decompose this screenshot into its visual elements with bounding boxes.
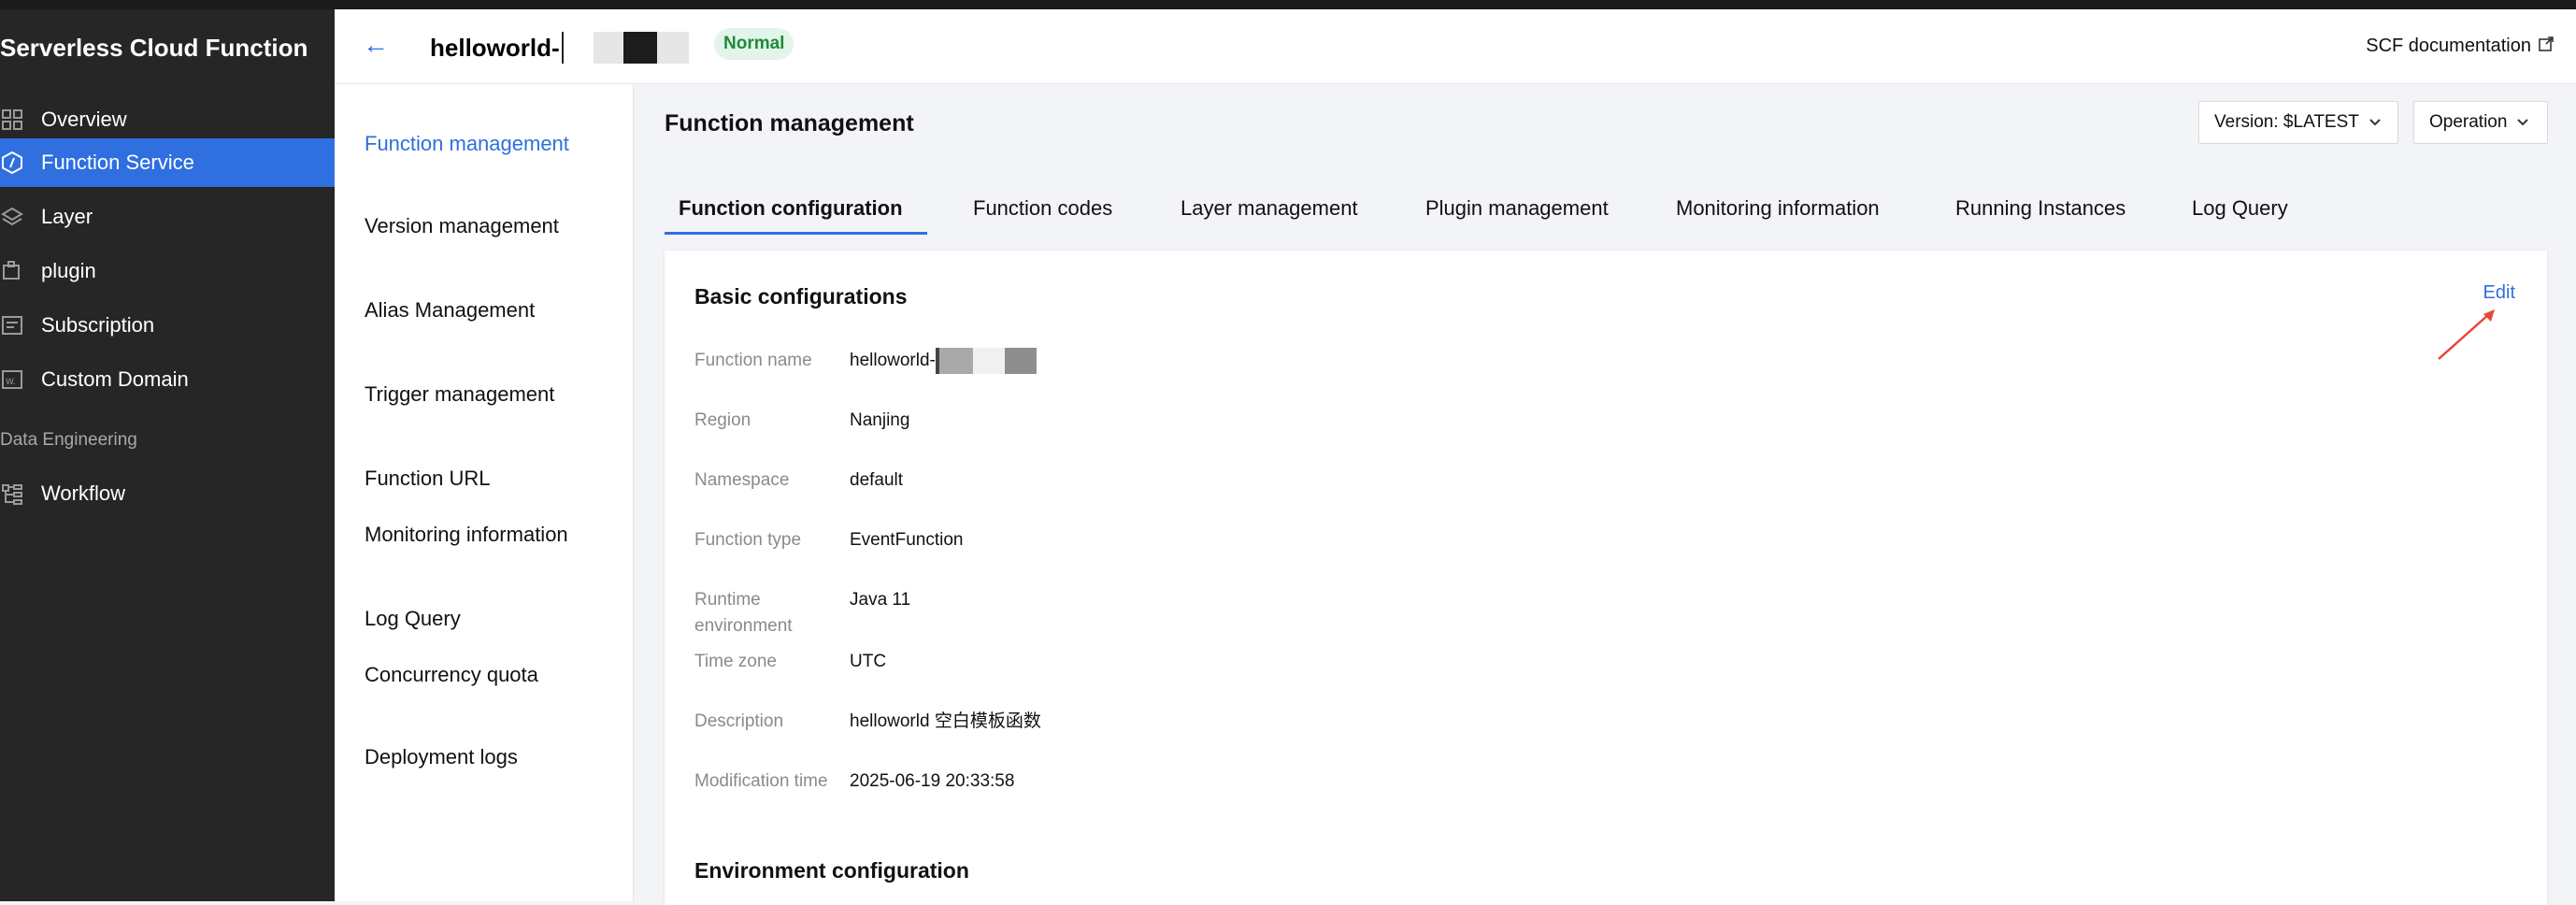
subnav-trigger-management[interactable]: Trigger management — [365, 381, 617, 408]
annotation-arrow-icon — [2438, 309, 2495, 360]
function-name-text: helloworld- — [430, 33, 560, 62]
tab-plugin-management[interactable]: Plugin management — [1425, 196, 1609, 236]
version-dropdown-label: Version: $LATEST — [2214, 112, 2359, 132]
doc-link-label: SCF documentation — [2366, 36, 2531, 56]
subscription-icon — [0, 313, 24, 338]
field-label: Modification time — [694, 771, 828, 791]
sidebar-item-label: Function Service — [41, 151, 194, 174]
modification-time-value: 2025-06-19 20:33:58 — [850, 771, 1015, 791]
redaction-block — [938, 348, 973, 374]
redaction-block — [593, 32, 623, 64]
field-label: Runtime environment — [694, 590, 793, 636]
svg-text:W.: W. — [6, 378, 16, 387]
function-icon — [0, 151, 24, 175]
field-label: Region — [694, 410, 751, 430]
sidebar-item-label: Overview — [41, 108, 127, 131]
environment-configuration-title: Environment configuration — [694, 858, 969, 883]
status-badge: Normal — [714, 28, 794, 60]
subnav-alias-management[interactable]: Alias Management — [365, 297, 617, 323]
tab-monitoring-information[interactable]: Monitoring information — [1676, 196, 1880, 236]
function-name-value: helloworld- — [850, 348, 1037, 374]
tab-function-codes[interactable]: Function codes — [973, 196, 1112, 236]
operation-dropdown[interactable]: Operation — [2413, 101, 2548, 144]
sidebar-title: Serverless Cloud Function — [0, 34, 308, 62]
subnav-deployment-logs[interactable]: Deployment logs — [365, 744, 617, 770]
card-title: Basic configurations — [694, 284, 908, 309]
redaction-block — [656, 32, 689, 64]
scf-documentation-link[interactable]: SCF documentation — [2366, 36, 2554, 57]
grid-icon — [0, 108, 24, 132]
field-value: helloworld- — [850, 351, 936, 370]
sidebar-item-label: Subscription — [41, 313, 155, 337]
sidebar-item-label: plugin — [41, 259, 96, 282]
page-header: ← helloworld- Normal SCF documentation — [335, 9, 2576, 84]
subnav-version-management[interactable]: Version management — [365, 213, 617, 239]
field-label: Namespace — [694, 470, 790, 490]
redaction-block — [1004, 348, 1037, 374]
top-strip — [0, 0, 2576, 9]
sidebar-item-overview[interactable]: Overview — [0, 95, 335, 144]
sidebar-item-label: Workflow — [41, 481, 126, 505]
tab-running-instances[interactable]: Running Instances — [1955, 196, 2125, 236]
operation-dropdown-label: Operation — [2429, 112, 2508, 132]
sidebar-item-plugin[interactable]: plugin — [0, 247, 335, 295]
tab-function-configuration[interactable]: Function configuration — [679, 196, 903, 236]
sidebar-item-label: Custom Domain — [41, 367, 189, 391]
version-dropdown[interactable]: Version: $LATEST — [2198, 101, 2398, 144]
sidebar-item-layer[interactable]: Layer — [0, 193, 335, 241]
field-label: Time zone — [694, 652, 777, 671]
redaction-block — [563, 32, 594, 64]
chevron-down-icon — [2516, 115, 2529, 130]
field-label: Function type — [694, 530, 802, 550]
main-sidebar: Serverless Cloud Function Overview Funct… — [0, 9, 335, 901]
tab-log-query[interactable]: Log Query — [2192, 196, 2288, 236]
field-label: Description — [694, 711, 784, 731]
tab-layer-management[interactable]: Layer management — [1181, 196, 1358, 236]
namespace-value: default — [850, 470, 904, 490]
function-type-value: EventFunction — [850, 530, 964, 550]
subnav-concurrency-quota[interactable]: Concurrency quota — [365, 662, 617, 688]
redaction-block — [972, 348, 1005, 374]
description-value: helloworld 空白模板函数 — [850, 711, 1041, 731]
sidebar-item-function-service[interactable]: Function Service — [0, 138, 335, 187]
function-title: helloworld- — [430, 32, 689, 64]
external-link-icon — [2539, 36, 2554, 56]
sidebar-item-custom-domain[interactable]: W. Custom Domain — [0, 355, 335, 404]
basic-configurations-card: Basic configurations Edit Function name … — [665, 251, 2547, 905]
subnav-function-management[interactable]: Function management — [365, 131, 617, 157]
chevron-down-icon — [2368, 115, 2382, 130]
page-title: Function management — [665, 110, 914, 136]
function-subnav: Function management Version management A… — [335, 84, 634, 901]
layers-icon — [0, 205, 24, 229]
time-zone-value: UTC — [850, 652, 887, 671]
field-label: Function name — [694, 351, 812, 370]
plugin-icon — [0, 259, 24, 283]
active-tab-indicator — [665, 232, 927, 235]
redaction-block — [623, 32, 657, 64]
sidebar-item-workflow[interactable]: Workflow — [0, 469, 335, 518]
sidebar-item-label: Layer — [41, 205, 93, 228]
back-arrow-icon[interactable]: ← — [363, 30, 389, 60]
sidebar-section-label: Data Engineering — [0, 430, 137, 450]
domain-icon: W. — [0, 367, 24, 392]
runtime-value: Java 11 — [850, 590, 911, 610]
subnav-monitoring-information[interactable]: Monitoring information — [365, 522, 617, 548]
region-value: Nanjing — [850, 410, 910, 430]
workflow-icon — [0, 481, 24, 506]
sidebar-item-subscription[interactable]: Subscription — [0, 301, 335, 350]
subnav-function-url[interactable]: Function URL — [365, 466, 617, 492]
edit-button[interactable]: Edit — [2483, 282, 2515, 304]
subnav-log-query[interactable]: Log Query — [365, 606, 617, 632]
